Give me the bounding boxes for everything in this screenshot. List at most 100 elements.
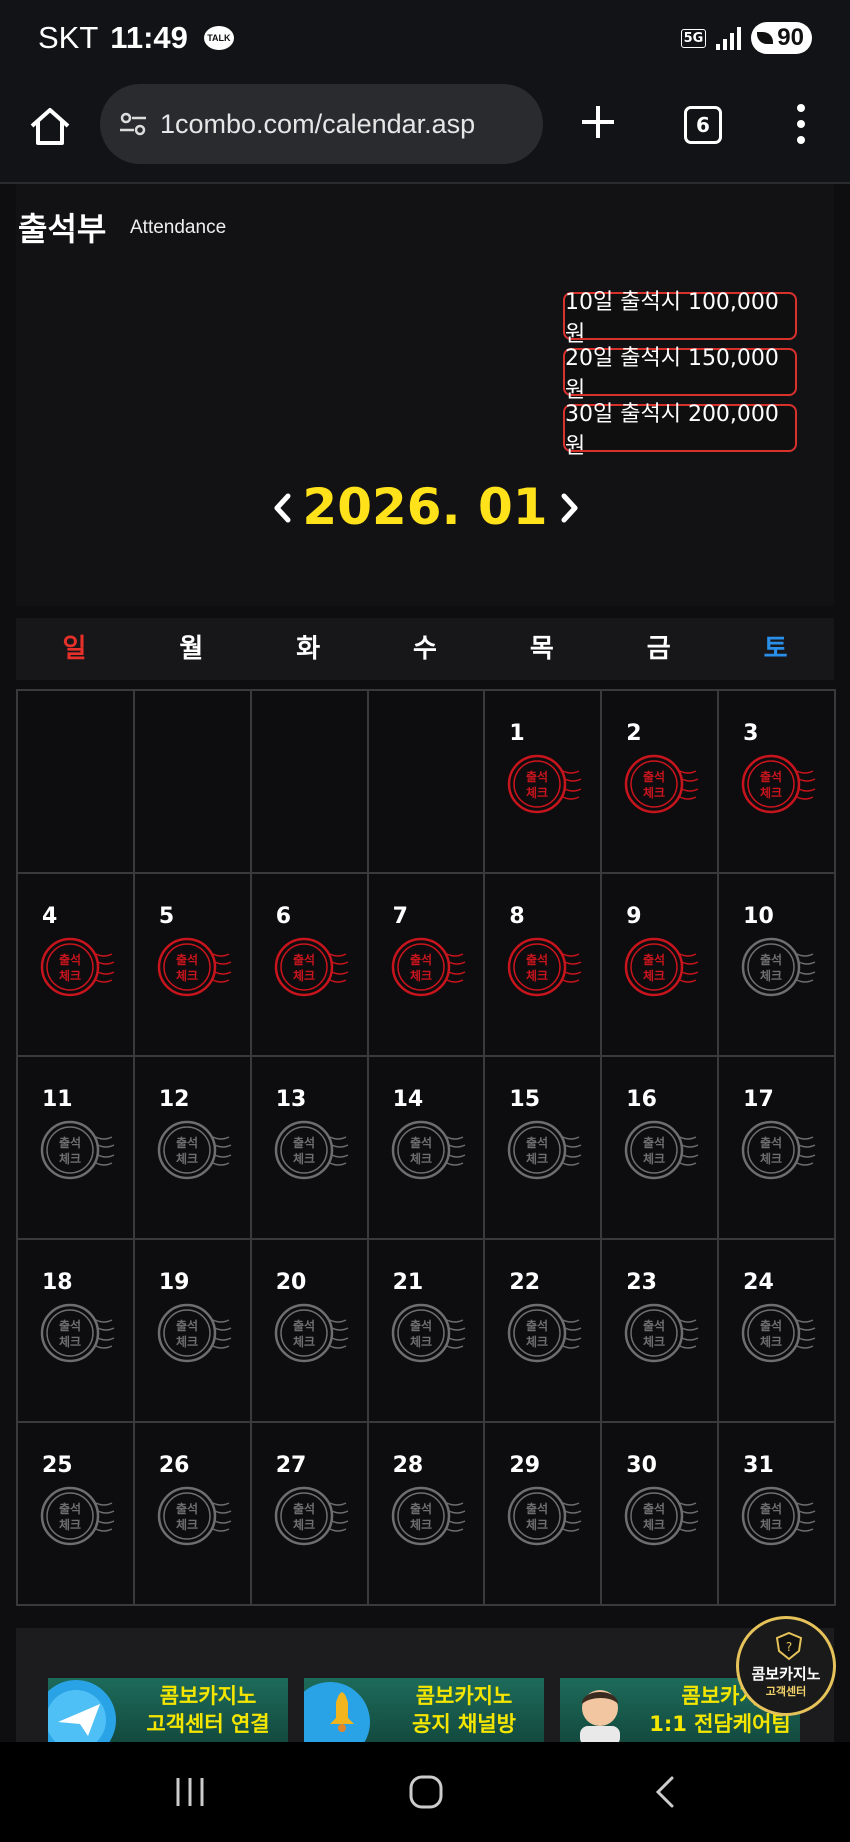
home-icon[interactable] (28, 104, 72, 148)
day-number: 6 (275, 904, 292, 929)
svg-text:체크: 체크 (526, 785, 548, 800)
clock: 11:49 (110, 20, 188, 55)
calendar-day-cell[interactable]: 4 출석 체크 (18, 874, 135, 1057)
svg-text:체크: 체크 (643, 1334, 665, 1349)
calendar-day-cell[interactable]: 11 출석 체크 (18, 1057, 135, 1240)
attendance-stamp-empty-icon: 출석체크 (274, 1486, 349, 1546)
url-text[interactable]: 1combo.com/calendar.asp (160, 109, 475, 140)
attendance-stamp-empty-icon: 출석체크 (391, 1120, 465, 1180)
svg-text:출석: 출석 (176, 1501, 198, 1516)
svg-text:출석: 출석 (526, 1501, 548, 1516)
calendar-day-cell[interactable]: 8 출석 체크 (485, 874, 603, 1057)
calendar-day-cell[interactable]: 1 출석 체크 (485, 691, 603, 874)
weekday-label: 수 (413, 634, 437, 664)
calendar-day-cell[interactable]: 19 출석 체크 (134, 1240, 252, 1423)
calendar-day-cell[interactable]: 18 출석 체크 (18, 1240, 135, 1423)
attendance-stamp-checked-icon: 출석체크 (625, 754, 699, 814)
calendar-day-cell[interactable]: 20 출석 체크 (251, 1240, 369, 1423)
back-icon[interactable] (648, 1774, 684, 1810)
svg-text:체크: 체크 (643, 785, 665, 800)
banner-line1: 콤보카지노 (159, 1684, 257, 1708)
weekday-label: 금 (646, 634, 671, 664)
attendance-stamp-empty-icon: 출석체크 (391, 1486, 465, 1546)
svg-text:출석: 출석 (59, 1501, 81, 1516)
calendar-day-cell[interactable]: 10 출석 체크 (719, 874, 836, 1057)
customer-center-badge[interactable]: ? 콤보카지노 고객센터 (736, 1616, 836, 1716)
address-bar[interactable]: 1combo.com/calendar.asp (100, 84, 543, 164)
banner-line2: 공지 채널방 (412, 1712, 516, 1736)
svg-text:체크: 체크 (760, 785, 782, 800)
svg-text:체크: 체크 (760, 1151, 782, 1166)
svg-text:출석: 출석 (643, 1318, 665, 1333)
badge-line1: 콤보카지노 (751, 1665, 821, 1683)
calendar-day-cell[interactable]: 17 출석 체크 (719, 1057, 836, 1240)
calendar-day-cell[interactable]: 26 출석 체크 (134, 1423, 252, 1606)
calendar-day-cell[interactable]: 5 출석 체크 (134, 874, 252, 1057)
calendar-day-cell[interactable]: 13 출석 체크 (251, 1057, 369, 1240)
svg-text:체크: 체크 (410, 968, 432, 983)
calendar-day-cell[interactable]: 3 출석 체크 (719, 691, 836, 874)
attendance-stamp-checked-icon: 출석체크 (508, 937, 582, 997)
calendar-day-cell[interactable]: 22 출석 체크 (485, 1240, 603, 1423)
day-number: 17 (743, 1087, 774, 1112)
calendar-day-cell[interactable]: 27 출석 체크 (251, 1423, 369, 1606)
svg-text:출석: 출석 (526, 1318, 548, 1333)
svg-text:출석: 출석 (526, 952, 548, 967)
weekday-label: 일 (62, 634, 87, 664)
attendance-stamp-empty-icon: 출석체크 (741, 1120, 816, 1180)
reward-20-days: 20일 출석시 150,000원 (563, 346, 797, 403)
banner-customer-center[interactable]: 콤보카지노 고객센터 연결 (48, 1678, 288, 1742)
day-number: 16 (626, 1087, 657, 1112)
day-number: 8 (509, 904, 525, 929)
shield-icon: ? (775, 1631, 803, 1661)
attendance-stamp-empty-icon: 출석체크 (741, 1486, 816, 1546)
calendar-day-cell[interactable]: 2 출석 체크 (602, 691, 720, 874)
banner-notice-channel[interactable]: 콤보카지노 공지 채널방 (304, 1678, 544, 1742)
calendar-day-cell[interactable]: 9 출석 체크 (602, 874, 720, 1057)
new-tab-icon[interactable] (578, 102, 618, 142)
page-subtitle: Attendance (130, 217, 227, 238)
next-month-icon[interactable] (554, 490, 584, 526)
recent-apps-icon[interactable] (170, 1774, 210, 1810)
calendar-day-cell[interactable]: 23 출석 체크 (602, 1240, 720, 1423)
calendar-day-cell[interactable]: 16 출석 체크 (602, 1057, 720, 1240)
calendar-day-cell[interactable]: 25 출석 체크 (18, 1423, 135, 1606)
svg-text:출석: 출석 (526, 1135, 548, 1150)
attendance-stamp-empty-icon: 출석체크 (157, 1303, 232, 1363)
telegram-icon (48, 1680, 116, 1742)
svg-text:출석: 출석 (410, 1501, 432, 1516)
site-settings-icon[interactable] (118, 109, 148, 139)
attendance-stamp-empty-icon: 출석체크 (274, 1120, 349, 1180)
status-left: SKT 11:49 TALK (38, 20, 234, 56)
calendar-day-cell[interactable]: 7 출석 체크 (368, 874, 486, 1057)
svg-text:체크: 체크 (293, 1151, 315, 1166)
svg-text:체크: 체크 (760, 968, 782, 983)
reward-30-days: 30일 출석시 200,000원 (563, 402, 797, 459)
weekday-label: 토 (763, 634, 788, 664)
day-number: 30 (626, 1453, 657, 1478)
calendar-day-cell[interactable]: 12 출석 체크 (134, 1057, 252, 1240)
calendar-day-cell[interactable]: 31 출석 체크 (719, 1423, 836, 1606)
calendar-day-cell[interactable]: 21 출석 체크 (368, 1240, 486, 1423)
day-number: 25 (42, 1453, 73, 1478)
calendar-day-cell[interactable]: 29 출석 체크 (485, 1423, 603, 1606)
svg-text:출석: 출석 (526, 769, 548, 784)
svg-text:체크: 체크 (176, 1151, 198, 1166)
day-number: 29 (509, 1453, 541, 1478)
day-number: 15 (509, 1087, 541, 1112)
svg-text:출석: 출석 (176, 1318, 198, 1333)
weekday-header: 일월화수목금토 (16, 618, 834, 680)
svg-text:출석: 출석 (293, 952, 315, 967)
month-navigator: 2026. 01 (0, 472, 850, 542)
calendar-day-cell[interactable]: 6 출석 체크 (251, 874, 369, 1057)
home-button-icon[interactable] (406, 1774, 446, 1810)
calendar-day-cell[interactable]: 24 출석 체크 (719, 1240, 836, 1423)
svg-text:체크: 체크 (293, 1334, 315, 1349)
calendar-day-cell[interactable]: 15 출석 체크 (485, 1057, 603, 1240)
calendar-day-cell[interactable]: 30 출석 체크 (602, 1423, 720, 1606)
calendar-day-cell[interactable]: 28 출석 체크 (368, 1423, 486, 1606)
tab-switcher-button[interactable]: 6 (684, 106, 722, 144)
more-options-icon[interactable] (794, 104, 808, 144)
calendar-day-cell[interactable]: 14 출석 체크 (368, 1057, 486, 1240)
banner-line2: 고객센터 연결 (146, 1712, 270, 1736)
